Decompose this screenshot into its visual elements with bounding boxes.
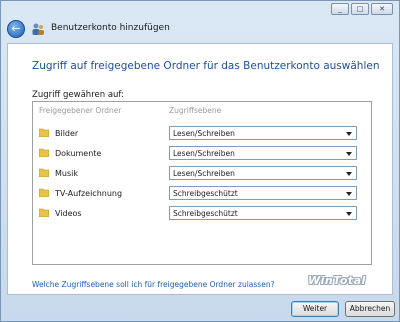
window-controls: _ □ ✕ <box>331 3 393 15</box>
table-header: Freigegebener Ordner Zugriffsebene <box>33 102 371 118</box>
access-level-select[interactable]: Lesen/Schreiben <box>169 166 357 180</box>
access-level-select[interactable]: Schreibgeschützt <box>169 206 357 220</box>
table-row: Dokumente Lesen/Schreiben <box>33 144 371 162</box>
access-level-select[interactable]: Schreibgeschützt <box>169 186 357 200</box>
column-header-folder: Freigegebener Ordner <box>39 106 122 115</box>
folder-icon <box>39 128 49 137</box>
chevron-down-icon <box>346 152 352 156</box>
table-row: TV-Aufzeichnung Schreibgeschützt <box>33 184 371 202</box>
folder-icon <box>39 168 49 177</box>
cancel-button[interactable]: Abbrechen <box>345 301 395 317</box>
chevron-down-icon <box>346 212 352 216</box>
folder-name: Musik <box>55 169 78 178</box>
access-level-value: Lesen/Schreiben <box>173 149 235 158</box>
chevron-down-icon <box>346 172 352 176</box>
help-link[interactable]: Welche Zugriffsebene soll ich für freige… <box>32 280 275 289</box>
dialog-window: _ □ ✕ ← Benutzerkonto hinzufügen Zugriff… <box>0 0 400 322</box>
folder-icon <box>39 208 49 217</box>
folder-name: Videos <box>55 209 82 218</box>
folder-icon <box>39 148 49 157</box>
maximize-button[interactable]: □ <box>351 3 369 15</box>
access-level-value: Schreibgeschützt <box>173 209 238 218</box>
watermark-logo: WinTotal <box>308 274 366 287</box>
access-level-value: Lesen/Schreiben <box>173 129 235 138</box>
next-button[interactable]: Weiter <box>291 301 339 317</box>
chevron-down-icon <box>346 192 352 196</box>
chevron-down-icon <box>346 132 352 136</box>
back-button[interactable]: ← <box>7 20 25 38</box>
access-label: Zugriff gewähren auf: <box>32 90 124 100</box>
shared-folders-table: Freigegebener Ordner Zugriffsebene Bilde… <box>32 101 372 265</box>
folder-icon <box>39 188 49 197</box>
folder-name: TV-Aufzeichnung <box>55 189 123 198</box>
close-button[interactable]: ✕ <box>371 3 393 15</box>
wizard-title: Benutzerkonto hinzufügen <box>51 23 170 33</box>
wizard-content: Zugriff auf freigegebene Ordner für das … <box>7 43 393 295</box>
access-level-select[interactable]: Lesen/Schreiben <box>169 126 357 140</box>
folder-name: Bilder <box>55 129 79 138</box>
access-level-select[interactable]: Lesen/Schreiben <box>169 146 357 160</box>
table-row: Musik Lesen/Schreiben <box>33 164 371 182</box>
column-header-access: Zugriffsebene <box>169 106 222 115</box>
access-level-value: Lesen/Schreiben <box>173 169 235 178</box>
page-title: Zugriff auf freigegebene Ordner für das … <box>32 60 380 72</box>
wizard-footer: Weiter Abbrechen <box>1 297 399 321</box>
minimize-button[interactable]: _ <box>331 3 349 15</box>
title-bar: _ □ ✕ <box>1 1 399 17</box>
table-row: Videos Schreibgeschützt <box>33 204 371 222</box>
folder-name: Dokumente <box>55 149 102 158</box>
access-level-value: Schreibgeschützt <box>173 189 238 198</box>
back-arrow-icon: ← <box>11 22 21 35</box>
table-row: Bilder Lesen/Schreiben <box>33 124 371 142</box>
wizard-nav: ← Benutzerkonto hinzufügen <box>7 19 393 41</box>
users-icon <box>32 23 44 35</box>
